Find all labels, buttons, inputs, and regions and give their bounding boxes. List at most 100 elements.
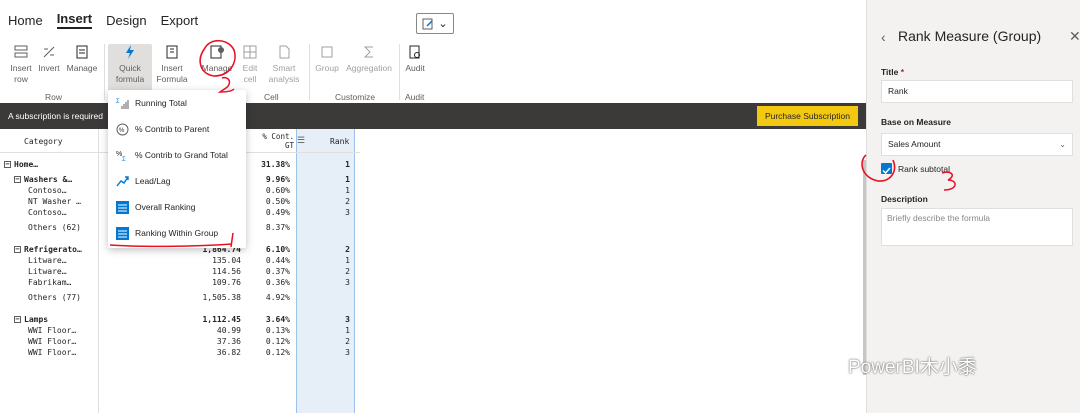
quick-formula-label: Quick formula <box>115 63 145 84</box>
title-input[interactable]: Rank <box>881 80 1073 103</box>
chevron-down-icon: ⌄ <box>438 18 448 30</box>
category-text: Washers &… <box>24 175 73 184</box>
aggregation-button[interactable]: Aggregation <box>343 44 395 74</box>
title-field-label: Title * <box>881 67 904 77</box>
category-text: Contoso… <box>28 208 67 217</box>
collapse-toggle-icon[interactable]: − <box>14 176 21 183</box>
tab-export[interactable]: Export <box>161 13 199 28</box>
invert-icon <box>43 46 55 58</box>
cell-rank: 3 <box>345 278 350 287</box>
menu-item-running-total[interactable]: Σ Running Total <box>108 90 246 116</box>
edit-cell-label: Edit cell <box>242 63 258 84</box>
purchase-subscription-button[interactable]: Purchase Subscription <box>756 106 858 126</box>
collapse-toggle-icon[interactable]: − <box>4 161 11 168</box>
ranking-group-icon <box>116 226 129 240</box>
rank-subtotal-checkbox[interactable] <box>881 163 892 175</box>
table-row[interactable]: WWI Floor… 36.82 0.12% 3 <box>0 347 360 359</box>
menu-item-lead-lag[interactable]: Lead/Lag <box>108 168 246 194</box>
category-text: Home… <box>14 160 39 169</box>
cell-pct: 0.12% <box>265 348 290 357</box>
category-text: WWI Floor… <box>28 326 77 335</box>
title-label-text: Title <box>881 67 899 77</box>
cell-pct: 0.49% <box>265 208 290 217</box>
view-toggle-button[interactable]: ⌄ <box>416 13 454 34</box>
manage-row-label: Manage <box>66 63 98 73</box>
group-label: Group <box>315 63 339 73</box>
insert-row-icon <box>14 45 28 58</box>
cell-pct: 31.38% <box>261 160 290 169</box>
menu-item-label: % Contrib to Grand Total <box>135 150 228 160</box>
category-text: Fabrikam… <box>28 278 72 287</box>
panel-title: Rank Measure (Group) <box>898 28 1042 44</box>
base-measure-select[interactable]: Sales Amount ⌄ <box>881 133 1073 156</box>
insert-row-label: Insert row <box>10 63 32 84</box>
insert-formula-label: Insert Formula <box>156 63 188 84</box>
insert-row-button[interactable]: Insert row <box>7 44 35 85</box>
category-text: Litware… <box>28 267 67 276</box>
tab-insert[interactable]: Insert <box>56 11 93 29</box>
category-text: WWI Floor… <box>28 337 77 346</box>
menu-item-overall-ranking[interactable]: Overall Ranking <box>108 194 246 220</box>
base-on-measure-label: Base on Measure <box>881 117 951 127</box>
menu-item-contrib-parent[interactable]: % % Contrib to Parent <box>108 116 246 142</box>
watermark-text: PowerBI木小黍 <box>848 357 977 378</box>
chevron-down-icon: ⌄ <box>1059 140 1066 149</box>
category-text: Contoso… <box>28 186 67 195</box>
table-row[interactable]: Fabrikam… 109.76 0.36% 3 <box>0 277 360 289</box>
required-marker: * <box>898 67 904 77</box>
insert-formula-button[interactable]: Insert Formula <box>154 44 190 85</box>
audit-button[interactable]: Audit <box>402 44 428 74</box>
cell-value: 1,505.38 <box>202 293 241 302</box>
cell-rank: 1 <box>345 160 350 169</box>
svg-text:Σ: Σ <box>116 99 120 105</box>
category-text: NT Washer … <box>28 197 81 206</box>
edit-cell-button[interactable]: Edit cell <box>240 44 260 85</box>
collapse-toggle-icon[interactable]: − <box>14 246 21 253</box>
menu-item-label: Ranking Within Group <box>135 228 219 238</box>
cell-pct: 4.92% <box>265 293 290 302</box>
quick-formula-icon <box>126 45 134 59</box>
audit-icon <box>409 45 420 59</box>
menu-item-label: % Contrib to Parent <box>135 124 210 134</box>
watermark: PowerBI木小黍 <box>808 352 977 379</box>
quick-formula-button[interactable]: Quick formula <box>108 44 152 92</box>
tab-home[interactable]: Home <box>8 13 43 28</box>
checkmark-icon <box>882 167 891 175</box>
cell-pct: 8.37% <box>265 223 290 232</box>
table-row[interactable]: Others (77) 1,505.38 4.92% <box>0 292 360 304</box>
menu-item-contrib-grand-total[interactable]: % Σ % Contrib to Grand Total <box>108 142 246 168</box>
edit-view-icon <box>422 18 433 29</box>
category-text: Others (77) <box>28 293 81 302</box>
tab-design[interactable]: Design <box>106 13 146 28</box>
svg-text:%: % <box>119 128 125 134</box>
manage-icon <box>210 45 224 59</box>
description-textarea[interactable]: Briefly describe the formula <box>881 208 1073 246</box>
close-icon[interactable]: ✕ <box>1069 28 1080 45</box>
group-separator <box>399 44 400 100</box>
wechat-logo-icon <box>809 354 841 376</box>
svg-text:Σ: Σ <box>122 157 126 162</box>
invert-button[interactable]: Invert <box>37 44 61 74</box>
manage-row-icon <box>76 45 88 59</box>
manage-button[interactable]: Manage <box>198 44 236 74</box>
cell-rank: 3 <box>345 208 350 217</box>
cell-pct: 0.36% <box>265 278 290 287</box>
smart-analysis-button[interactable]: Smart analysis <box>263 44 305 85</box>
running-total-icon: Σ <box>116 99 129 109</box>
description-label: Description <box>881 194 928 204</box>
menu-item-label: Lead/Lag <box>135 176 171 186</box>
collapse-toggle-icon[interactable]: − <box>14 316 21 323</box>
menu-item-ranking-within-group[interactable]: Ranking Within Group <box>108 220 246 246</box>
group-label-row: Row <box>45 92 63 102</box>
edit-cell-icon <box>243 45 257 59</box>
ranking-icon <box>116 200 129 214</box>
group-button[interactable]: Group <box>313 44 341 74</box>
category-text: Lamps <box>24 315 49 324</box>
smart-analysis-label: Smart analysis <box>268 63 300 84</box>
percent-circle-icon: % <box>116 123 129 135</box>
category-text: WWI Floor… <box>28 348 77 357</box>
manage-label: Manage <box>201 63 233 73</box>
manage-row-button[interactable]: Manage <box>64 44 100 74</box>
category-text: Refrigerato… <box>24 245 82 254</box>
back-chevron-icon[interactable]: ‹ <box>881 29 886 45</box>
